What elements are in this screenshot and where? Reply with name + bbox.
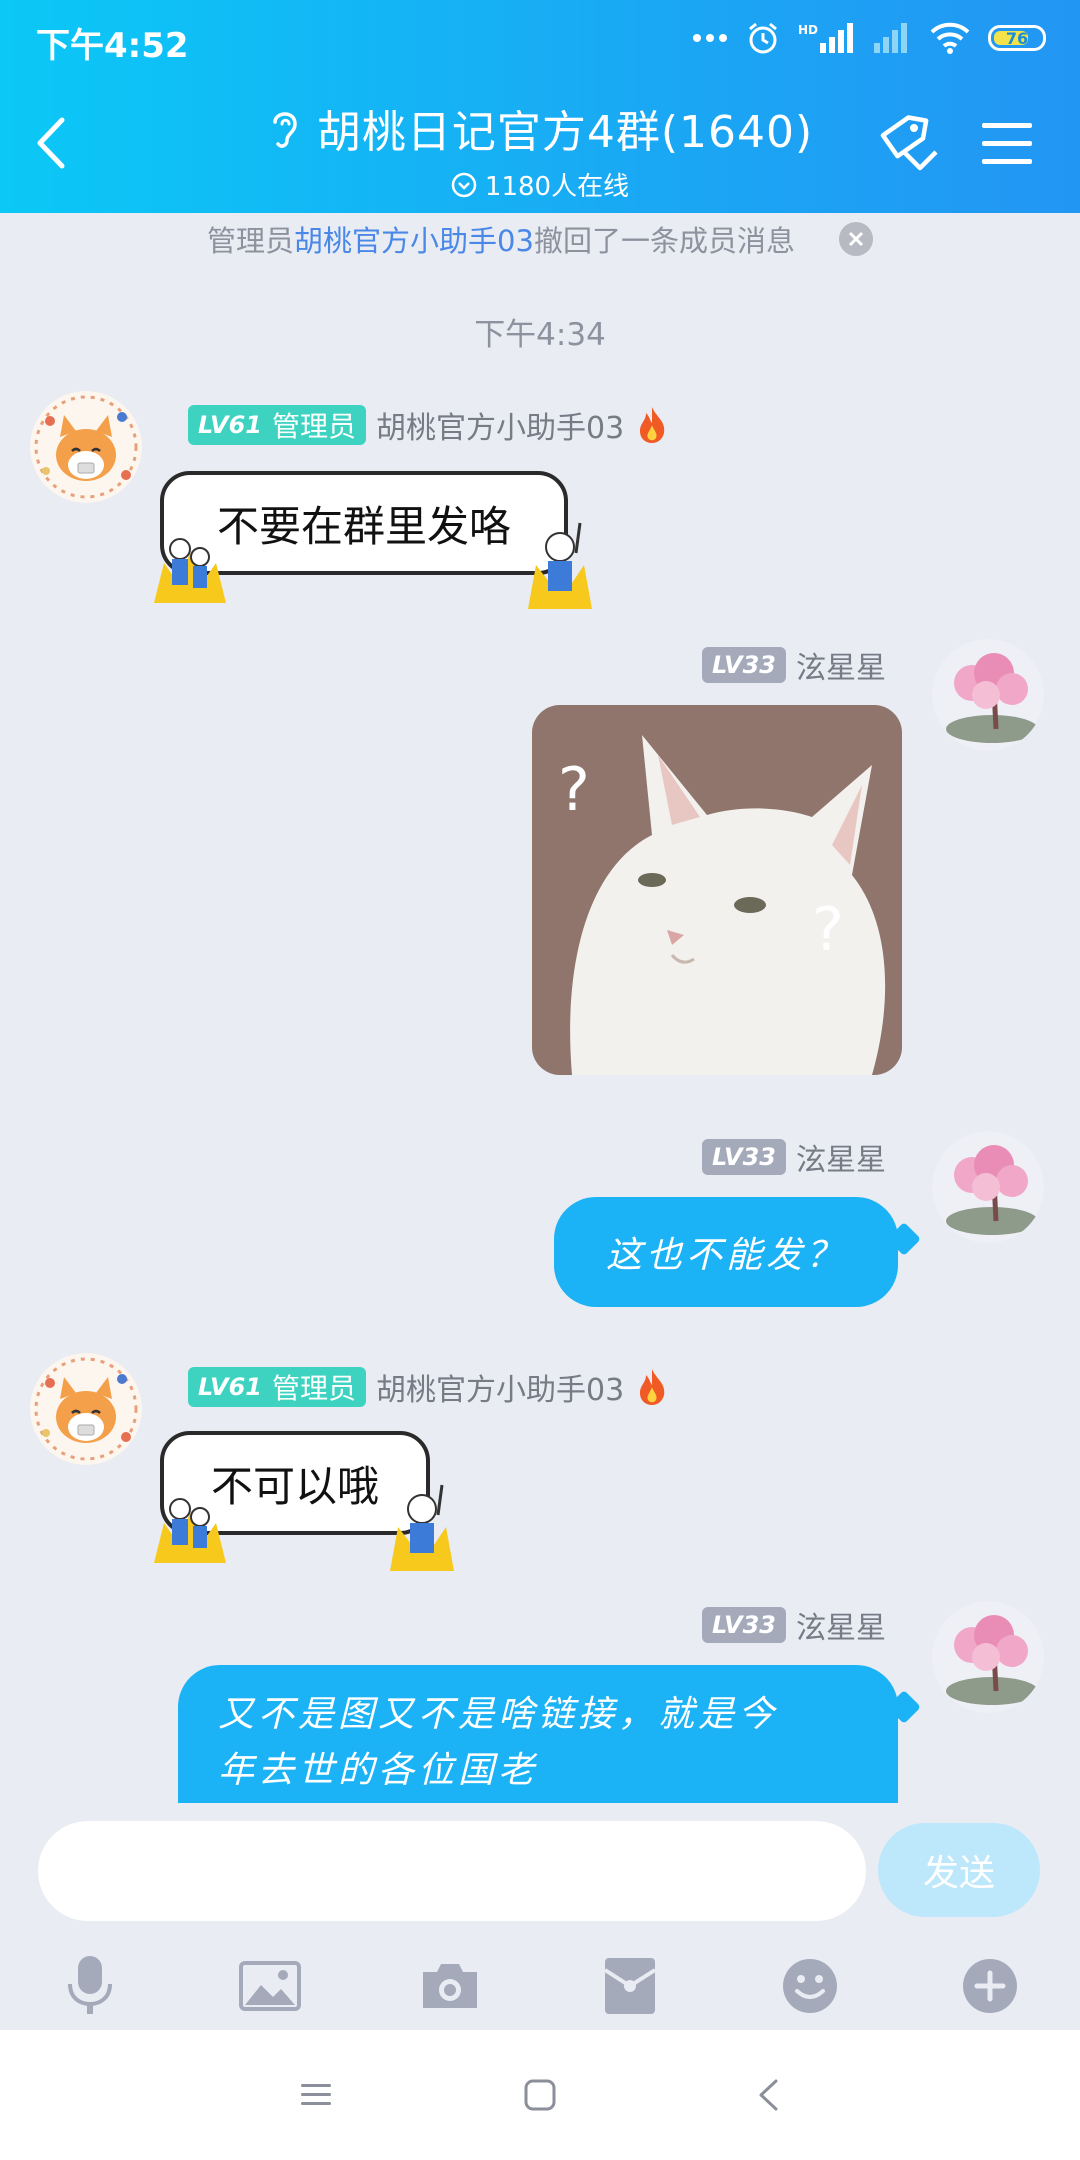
- status-time: 下午4:52: [36, 26, 189, 66]
- cartoon-figures-icon: [154, 1498, 226, 1563]
- timestamp: 下午4:34: [474, 317, 606, 353]
- cartoon-figure-icon: [390, 1484, 454, 1571]
- send-button[interactable]: 发送: [878, 1823, 1040, 1917]
- avatar-admin[interactable]: [30, 391, 142, 503]
- message-text: 又不是图又不是啥链接，就是今: [218, 1694, 779, 1735]
- message-bubble[interactable]: 这也不能发？: [554, 1197, 898, 1307]
- sender-info-admin: LV61 管理员 胡桃官方小助手03: [188, 403, 670, 447]
- smiley-icon: [783, 1959, 837, 2013]
- sender-name[interactable]: 胡桃官方小助手03: [376, 403, 624, 447]
- level-badge: LV33: [702, 1139, 786, 1175]
- cat-image[interactable]: ? ?: [532, 705, 902, 1075]
- image-icon: [239, 1961, 301, 2011]
- signal-weak-icon: [874, 23, 907, 53]
- voice-button[interactable]: [52, 1948, 128, 2024]
- sakura-avatar-icon: [932, 1601, 1044, 1713]
- sender-info-user: LV33 泫星星: [702, 1135, 886, 1179]
- sender-info-user: LV33 泫星星: [702, 1603, 886, 1647]
- plus-circle-icon: [963, 1959, 1017, 2013]
- message-text: 年去世的各位国老: [218, 1750, 539, 1791]
- status-bar: 下午4:52 HD 76: [0, 0, 1080, 76]
- message-list[interactable]: 管理员胡桃官方小助手03撤回了一条成员消息 下午4:34 LV61 管理员 胡桃官…: [0, 213, 1080, 1803]
- input-area: 发送: [0, 1803, 1080, 2030]
- home-button[interactable]: [510, 2070, 570, 2120]
- shiba-avatar-icon: [30, 391, 142, 503]
- close-icon: [848, 231, 864, 247]
- system-back-button[interactable]: [738, 2070, 798, 2120]
- image-button[interactable]: [232, 1948, 308, 2024]
- chevron-left-icon: [759, 2079, 778, 2111]
- message-text: 不要在群里发咯: [216, 501, 511, 551]
- level-badge: LV33: [702, 647, 786, 683]
- cartoon-figures-icon: [154, 538, 226, 603]
- message-text: 这也不能发？: [605, 1235, 846, 1276]
- square-icon: [524, 2079, 556, 2111]
- admin-name-link[interactable]: 胡桃官方小助手03: [294, 224, 534, 258]
- avatar-user[interactable]: [932, 639, 1044, 751]
- fire-icon: [640, 407, 665, 443]
- camera-button[interactable]: [412, 1948, 488, 2024]
- wifi-icon: [930, 22, 970, 54]
- battery-icon: 76: [988, 25, 1046, 51]
- menu-lines-icon: [301, 2084, 331, 2105]
- more-dots-icon: [692, 34, 727, 42]
- input-toolbar: [0, 1948, 1080, 2024]
- system-notice: 管理员胡桃官方小助手03撤回了一条成员消息: [0, 213, 1080, 265]
- chevron-down-circle-icon: [451, 172, 477, 197]
- menu-icon[interactable]: [982, 121, 1032, 165]
- sakura-avatar-icon: [932, 639, 1044, 751]
- sender-info-admin: LV61 管理员 胡桃官方小助手03: [188, 1365, 670, 1409]
- close-notice-button[interactable]: [838, 222, 873, 256]
- level-badge: LV33: [702, 1607, 786, 1643]
- red-packet-button[interactable]: [592, 1948, 668, 2024]
- sender-name[interactable]: 泫星星: [796, 1135, 886, 1179]
- shiba-avatar-icon: [30, 1353, 142, 1465]
- sender-info-user: LV33 泫星星: [702, 643, 886, 687]
- tag-icon[interactable]: [876, 112, 942, 174]
- avatar-user[interactable]: [932, 1601, 1044, 1713]
- question-mark-text: ?: [558, 755, 590, 825]
- ear-icon: [273, 112, 297, 148]
- status-icons: HD 76: [692, 18, 1046, 58]
- page-title: 胡桃日记官方4群(1640): [316, 107, 814, 158]
- cartoon-figure-icon: [528, 522, 592, 609]
- question-mark-text: ?: [812, 895, 844, 965]
- sender-name[interactable]: 胡桃官方小助手03: [376, 1365, 624, 1409]
- message-text: 不可以哦: [210, 1461, 379, 1511]
- system-nav-bar: [0, 2030, 1080, 2160]
- emoji-button[interactable]: [772, 1948, 848, 2024]
- microphone-icon: [68, 1956, 112, 2014]
- more-button[interactable]: [952, 1948, 1028, 2024]
- avatar-user[interactable]: [932, 1131, 1044, 1243]
- chat-header: 下午4:52 HD 76 胡桃日记官方4群(1640) 1180人在线: [0, 0, 1080, 213]
- admin-badge: LV61 管理员: [188, 405, 366, 445]
- message-input[interactable]: [38, 1821, 866, 1921]
- sender-name[interactable]: 泫星星: [796, 643, 886, 687]
- alarm-icon: [749, 22, 777, 54]
- fire-icon: [640, 1369, 665, 1405]
- sakura-avatar-icon: [932, 1131, 1044, 1243]
- red-packet-icon: [603, 1958, 657, 2014]
- sender-name[interactable]: 泫星星: [796, 1603, 886, 1647]
- camera-icon: [423, 1964, 477, 2008]
- avatar-admin[interactable]: [30, 1353, 142, 1465]
- admin-badge: LV61 管理员: [188, 1367, 366, 1407]
- message-bubble[interactable]: 又不是图又不是啥链接，就是今 年去世的各位国老: [178, 1665, 898, 1803]
- signal-icon: HD: [798, 23, 854, 53]
- recents-button[interactable]: [286, 2070, 346, 2120]
